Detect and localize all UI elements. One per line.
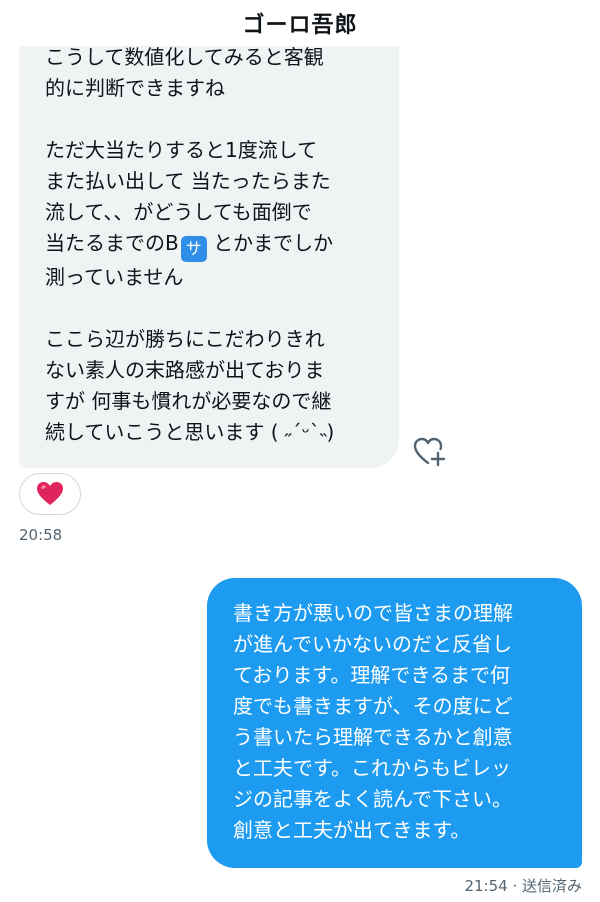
received-message-text: こうして数値化してみると客観 的に判断できますね ただ大当たりすると1度流して … [45,42,383,448]
received-line: また払い出して 当たったらまた [45,169,331,193]
add-reaction-button[interactable] [412,434,448,470]
received-line: 続していこうと思います ( ˶ˊᵕˋ˵) [45,420,335,444]
sent-timestamp-status: 21:54 · 送信済み [464,877,582,895]
heart-icon [37,482,63,505]
sent-line: ております。理解できるまで何 [233,663,510,687]
received-line: 流して、、がどうしても面倒で [45,200,312,224]
received-line: こうして数値化してみると客観 [45,45,324,69]
conversation-header: ゴーロ吾郎 [0,0,600,46]
sent-line: ジの記事をよく読んで下さい。 [233,787,512,811]
sent-message-text: 書き方が悪いので皆さまの理解 が進んでいかないのだと反省し ております。理解でき… [233,598,568,846]
received-line: 測っていません [45,265,184,289]
dm-conversation: こうして数値化してみると客観 的に判断できますね ただ大当たりすると1度流して … [0,0,600,902]
received-line: すが 何事も慣れが必要なので継 [45,389,332,413]
sent-line: 書き方が悪いので皆さまの理解 [233,601,513,625]
received-line: ここら辺が勝ちにこだわりきれ [45,327,325,351]
reaction-pill[interactable] [19,473,81,515]
sent-line: と工夫です。これからもビレッ [233,756,511,780]
received-timestamp: 20:58 [19,526,63,544]
received-line-suffix: とかまでしか [213,231,334,255]
received-line: ない素人の末路感が出ておりま [45,358,325,382]
received-message-bubble[interactable]: こうして数値化してみると客観 的に判断できますね ただ大当たりすると1度流して … [19,0,399,468]
conversation-title[interactable]: ゴーロ吾郎 [242,7,357,39]
sent-line: う書いたら理解できるかと創意 [233,725,513,749]
sent-line: 度でも書きますが、その度にど [233,694,513,718]
katakana-sa-emoji-icon: サ [180,236,207,262]
sent-line: 創意と工夫が出てきます。 [233,818,471,842]
sent-message-bubble[interactable]: 書き方が悪いので皆さまの理解 が進んでいかないのだと反省し ております。理解でき… [207,578,582,868]
sent-line: が進んでいかないのだと反省し [233,632,512,656]
received-line: ただ大当たりすると1度流して [45,138,318,162]
received-line-prefix: 当たるまでのB [45,231,179,255]
heart-plus-icon [413,437,446,467]
received-line: 的に判断できますね [45,76,225,100]
